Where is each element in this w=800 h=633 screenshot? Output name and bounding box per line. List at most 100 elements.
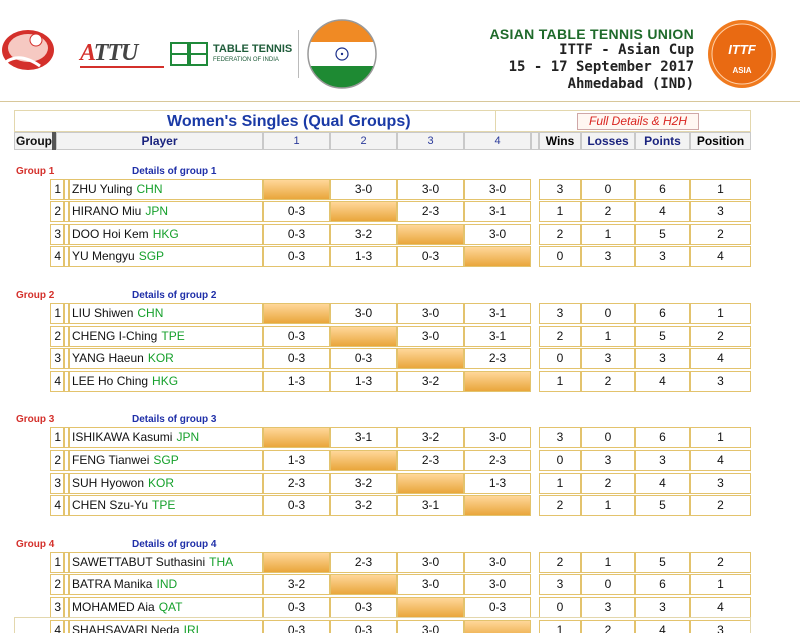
wins-value: 0 bbox=[539, 348, 581, 370]
self-match-cell bbox=[397, 596, 464, 618]
col-header-position: Position bbox=[690, 132, 751, 150]
self-match-cell bbox=[263, 427, 330, 449]
match-score: 3-1 bbox=[397, 495, 464, 517]
player-cell: BATRA Manika IND bbox=[69, 574, 263, 596]
seed-number: 4 bbox=[50, 370, 64, 392]
points-value: 5 bbox=[635, 223, 690, 245]
group-details-link[interactable]: Details of group 1 bbox=[132, 166, 216, 177]
match-score: 1-3 bbox=[464, 472, 531, 494]
player-name: HIRANO Miu bbox=[72, 204, 142, 219]
position-value: 4 bbox=[690, 449, 751, 471]
points-value: 3 bbox=[635, 596, 690, 618]
wins-value: 3 bbox=[539, 302, 581, 324]
tt-federation-logo: TABLE TENNIS FEDERATION OF INDIA bbox=[170, 42, 296, 68]
position-value: 1 bbox=[690, 574, 751, 596]
losses-value: 1 bbox=[581, 495, 635, 517]
union-name: ASIAN TABLE TENNIS UNION bbox=[489, 26, 694, 42]
player-name: YANG Haeun bbox=[72, 351, 144, 366]
group-label: Group 4 bbox=[16, 538, 55, 550]
seed-number: 3 bbox=[50, 348, 64, 370]
losses-value: 2 bbox=[581, 201, 635, 223]
self-match-cell bbox=[263, 551, 330, 573]
match-score: 3-1 bbox=[464, 201, 531, 223]
group-details-link[interactable]: Details of group 4 bbox=[132, 539, 216, 550]
wins-value: 1 bbox=[539, 201, 581, 223]
points-value: 5 bbox=[635, 551, 690, 573]
losses-value: 1 bbox=[581, 223, 635, 245]
match-score: 2-3 bbox=[397, 449, 464, 471]
self-match-cell bbox=[330, 449, 397, 471]
event-banner: ATTU TABLE TENNIS FEDERATION OF INDIA AS… bbox=[0, 0, 800, 102]
match-score: 0-3 bbox=[263, 201, 330, 223]
player-cell: MOHAMED Aia QAT bbox=[69, 596, 263, 618]
seed-number: 2 bbox=[50, 325, 64, 347]
self-match-cell bbox=[397, 223, 464, 245]
seed-number: 2 bbox=[50, 574, 64, 596]
points-value: 6 bbox=[635, 574, 690, 596]
player-nation: SGP bbox=[138, 249, 165, 264]
points-value: 4 bbox=[635, 370, 690, 392]
group-header: Group 1 Details of group 1 bbox=[14, 155, 751, 179]
wins-value: 0 bbox=[539, 246, 581, 268]
seed-number: 1 bbox=[50, 302, 64, 324]
col-header-3: 3 bbox=[397, 132, 464, 150]
player-cell: SUH Hyowon KOR bbox=[69, 472, 263, 494]
position-value: 4 bbox=[690, 348, 751, 370]
points-value: 6 bbox=[635, 302, 690, 324]
title-strip: Women's Singles (Qual Groups) Full Detai… bbox=[14, 110, 751, 132]
match-score: 2-3 bbox=[464, 348, 531, 370]
points-value: 6 bbox=[635, 178, 690, 200]
match-score: 3-2 bbox=[330, 472, 397, 494]
points-value: 3 bbox=[635, 449, 690, 471]
match-score: 1-3 bbox=[330, 370, 397, 392]
attu-underline bbox=[80, 66, 164, 68]
wins-value: 2 bbox=[539, 551, 581, 573]
col-header-1: 1 bbox=[263, 132, 330, 150]
event-dates: 15 - 17 September 2017 bbox=[508, 59, 694, 75]
player-cell: CHEN Szu-Yu TPE bbox=[69, 495, 263, 517]
event-name: ITTF - Asian Cup bbox=[559, 42, 694, 58]
losses-value: 3 bbox=[581, 596, 635, 618]
points-value: 6 bbox=[635, 427, 690, 449]
match-score: 3-0 bbox=[397, 178, 464, 200]
match-score: 1-3 bbox=[330, 246, 397, 268]
player-name: ISHIKAWA Kasumi bbox=[72, 430, 173, 445]
points-value: 5 bbox=[635, 495, 690, 517]
player-nation: CHN bbox=[137, 305, 164, 320]
table-header: Group Player 1 2 3 4 Wins Losses Points … bbox=[14, 132, 751, 155]
position-value: 1 bbox=[690, 302, 751, 324]
col-header-group: Group bbox=[14, 132, 54, 150]
match-score: 2-3 bbox=[397, 201, 464, 223]
self-match-cell bbox=[330, 574, 397, 596]
group-header: Group 2 Details of group 2 bbox=[14, 279, 751, 303]
losses-value: 3 bbox=[581, 449, 635, 471]
match-score: 3-0 bbox=[464, 551, 531, 573]
points-value: 3 bbox=[635, 246, 690, 268]
table-row: 1 ISHIKAWA Kasumi JPN 3-1 3-2 3-0 3 0 6 1 bbox=[14, 427, 751, 450]
seed-number: 1 bbox=[50, 551, 64, 573]
table-row: 3 DOO Hoi Kem HKG 0-3 3-2 3-0 2 1 5 2 bbox=[14, 223, 751, 247]
wins-value: 3 bbox=[539, 574, 581, 596]
attu-logo: ATTU bbox=[80, 40, 138, 66]
group-details-link[interactable]: Details of group 2 bbox=[132, 290, 216, 301]
match-score: 0-3 bbox=[397, 246, 464, 268]
self-match-cell bbox=[397, 348, 464, 370]
seed-number: 3 bbox=[50, 596, 64, 618]
position-value: 2 bbox=[690, 551, 751, 573]
self-match-cell bbox=[464, 246, 531, 268]
match-score: 3-2 bbox=[397, 427, 464, 449]
losses-value: 1 bbox=[581, 325, 635, 347]
table-row: 3 SUH Hyowon KOR 2-3 3-2 1-3 1 2 4 3 bbox=[14, 472, 751, 496]
group-details-link[interactable]: Details of group 3 bbox=[132, 414, 216, 425]
full-details-h2h-button[interactable]: Full Details & H2H bbox=[577, 113, 699, 130]
match-score: 3-1 bbox=[464, 302, 531, 324]
match-score: 3-0 bbox=[397, 574, 464, 596]
losses-value: 1 bbox=[581, 551, 635, 573]
india-flag-icon bbox=[307, 19, 377, 89]
asian-cup-logo-icon bbox=[2, 30, 54, 70]
match-score: 0-3 bbox=[464, 596, 531, 618]
match-score: 3-2 bbox=[263, 574, 330, 596]
col-header-2: 2 bbox=[330, 132, 397, 150]
